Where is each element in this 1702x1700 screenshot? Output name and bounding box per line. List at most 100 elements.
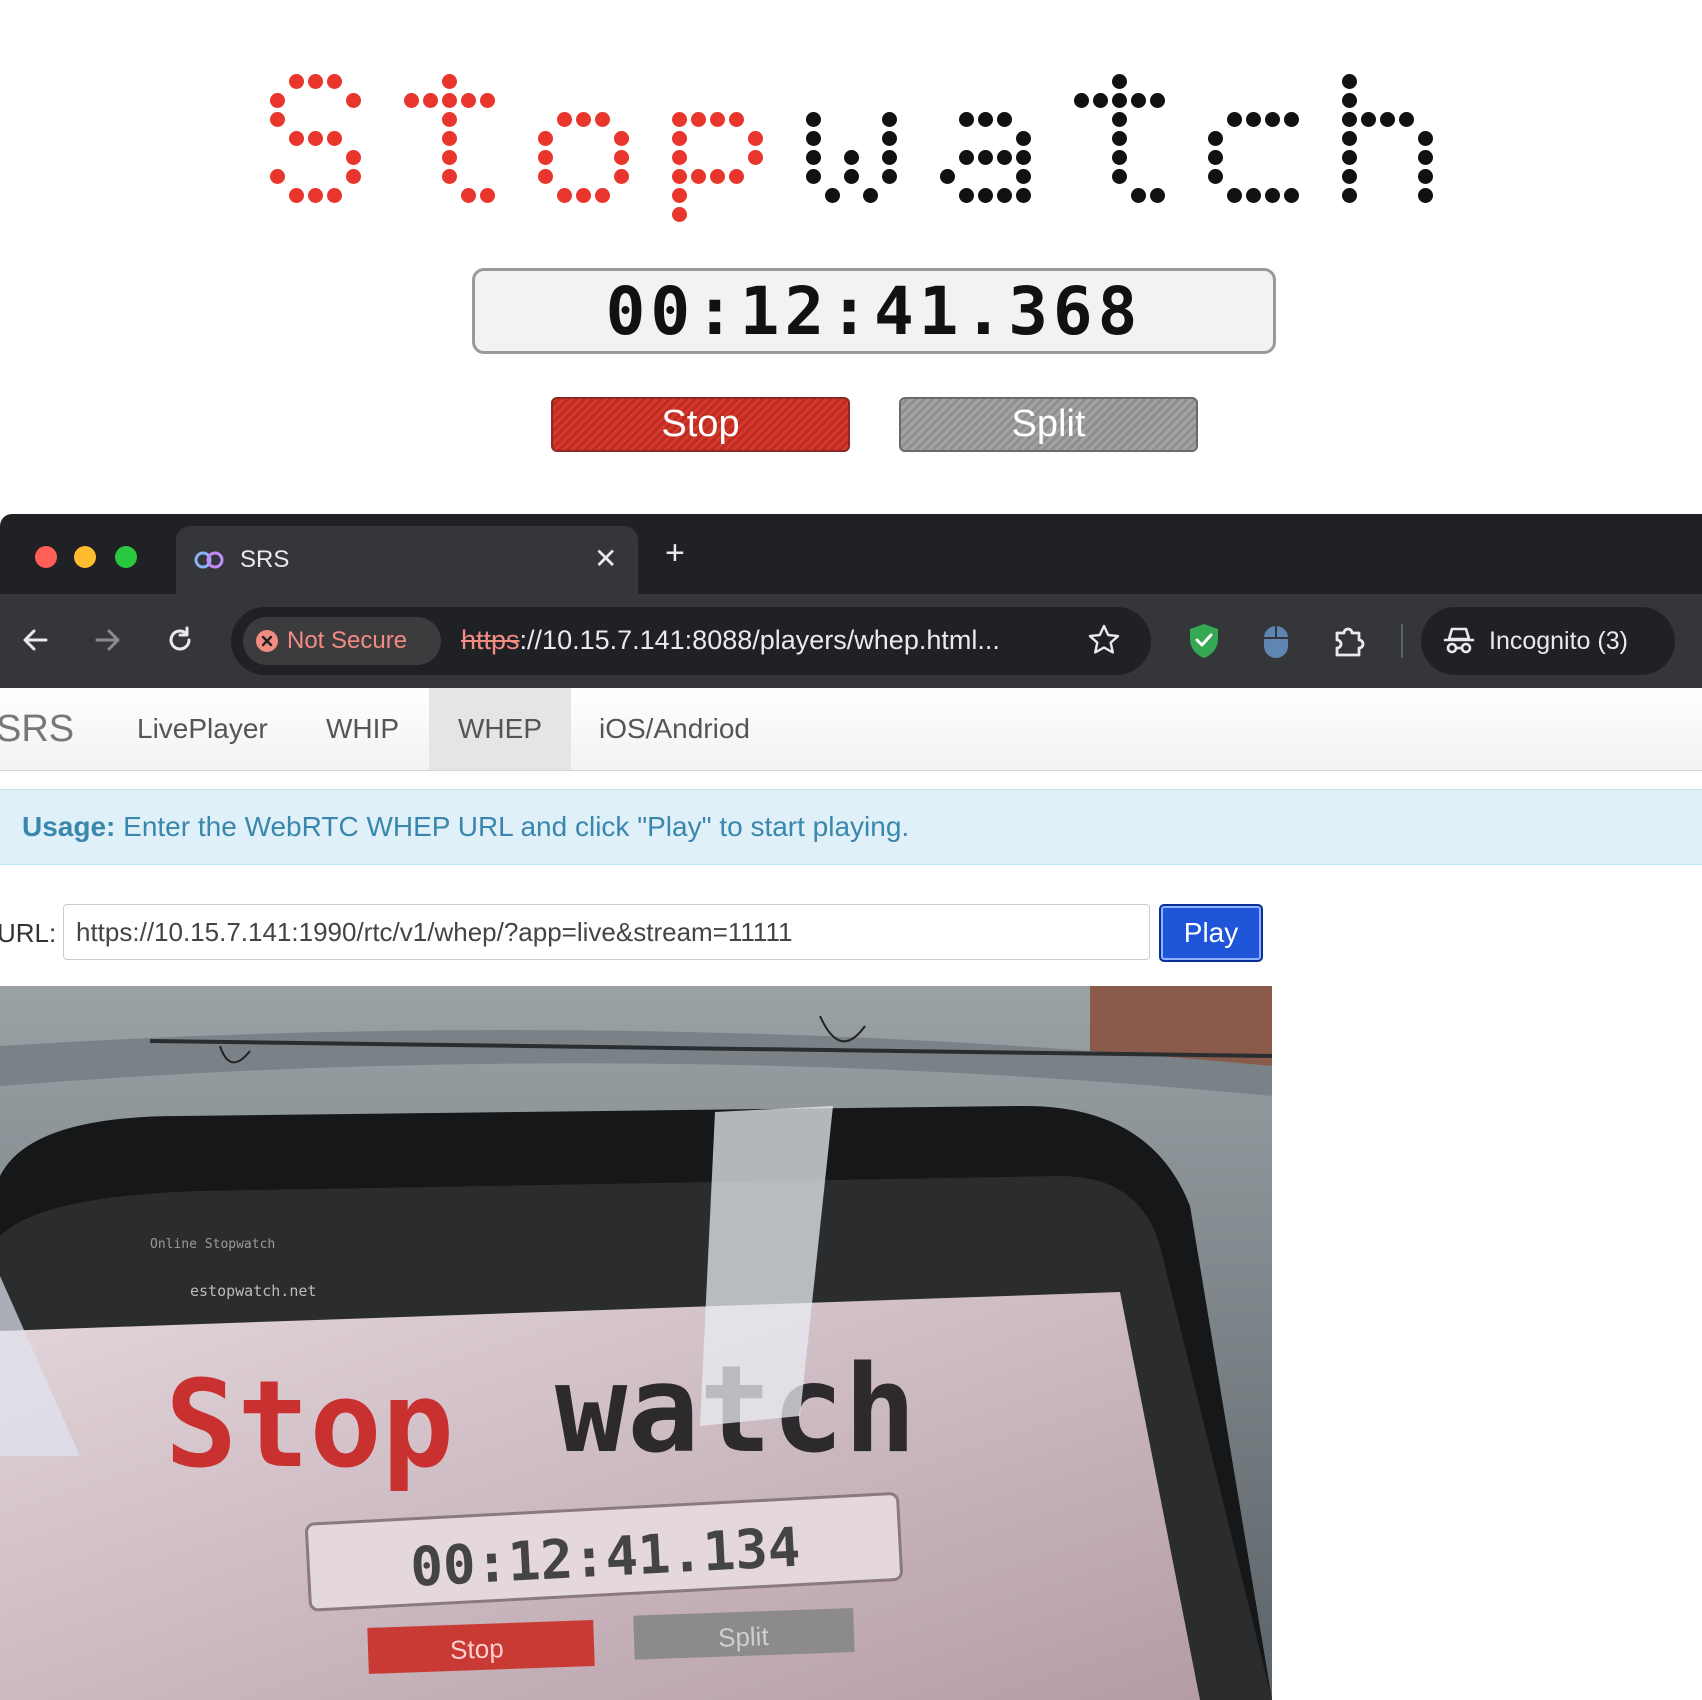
logo-dot	[691, 169, 706, 184]
video-tab-title: Online Stopwatch	[150, 1237, 275, 1252]
logo-dot	[1016, 188, 1031, 203]
logo-dot	[806, 150, 821, 165]
split-button[interactable]: Split	[899, 397, 1198, 452]
timer-text: 00:12:41.368	[605, 272, 1143, 350]
logo-dot	[978, 188, 993, 203]
logo-dot	[863, 188, 878, 203]
page-content: SRS LivePlayer WHIP WHEP iOS/Andriod Usa…	[0, 688, 1702, 1700]
logo-dot	[844, 150, 859, 165]
logo-dot	[308, 131, 323, 146]
logo-dot	[1342, 188, 1357, 203]
zoom-window-button[interactable]	[115, 546, 137, 568]
logo-dot	[1418, 169, 1433, 184]
nav-item-liveplayer[interactable]: LivePlayer	[137, 688, 268, 770]
srs-logo-icon	[194, 551, 224, 569]
shield-check-icon[interactable]	[1186, 622, 1222, 660]
logo-dot	[557, 112, 572, 127]
security-chip[interactable]: Not Secure	[243, 617, 441, 665]
logo-dot	[1131, 188, 1146, 203]
logo-dot	[882, 150, 897, 165]
logo-dot	[710, 169, 725, 184]
logo-dot	[270, 112, 285, 127]
logo-dot	[1342, 169, 1357, 184]
logo-dot	[1342, 74, 1357, 89]
logo-dot	[461, 188, 476, 203]
logo-dot	[1342, 112, 1357, 127]
url-scheme: https	[461, 625, 520, 655]
logo-dot	[1418, 188, 1433, 203]
logo-dot	[423, 93, 438, 108]
logo-dot	[825, 188, 840, 203]
logo-dot	[289, 131, 304, 146]
logo-dot	[1112, 150, 1127, 165]
logo-dot	[1342, 131, 1357, 146]
logo-dot	[748, 150, 763, 165]
logo-dot	[1131, 93, 1146, 108]
logo-dot	[1112, 131, 1127, 146]
logo-dot	[442, 93, 457, 108]
incognito-button[interactable]: Incognito (3)	[1421, 607, 1675, 675]
not-secure-icon	[256, 630, 278, 652]
brand-logo[interactable]: SRS	[0, 708, 74, 751]
minimize-window-button[interactable]	[74, 546, 96, 568]
logo-letter	[1342, 74, 1433, 203]
address-bar[interactable]: Not Secure https://10.15.7.141:8088/play…	[231, 607, 1151, 675]
logo-dot	[1150, 93, 1165, 108]
logo-letter	[270, 74, 361, 203]
logo-dot	[672, 131, 687, 146]
nav-item-whep[interactable]: WHEP	[429, 688, 571, 770]
logo-dot	[442, 74, 457, 89]
logo-dot	[614, 131, 629, 146]
logo-dot	[959, 150, 974, 165]
logo-dot	[806, 112, 821, 127]
tab-srs[interactable]: SRS ✕	[176, 526, 638, 594]
logo-dot	[978, 150, 993, 165]
mouse-icon[interactable]	[1262, 622, 1290, 660]
stop-button[interactable]: Stop	[551, 397, 850, 452]
logo-dot	[557, 188, 572, 203]
logo-dot	[959, 112, 974, 127]
browser-toolbar: Not Secure https://10.15.7.141:8088/play…	[0, 594, 1702, 688]
nav-item-whip[interactable]: WHIP	[326, 688, 399, 770]
plus-icon[interactable]: +	[665, 534, 685, 573]
logo-dot	[576, 188, 591, 203]
nav-item-ios-android[interactable]: iOS/Andriod	[599, 688, 750, 770]
logo-dot	[1016, 169, 1031, 184]
logo-dot	[1208, 169, 1223, 184]
incognito-icon	[1443, 627, 1475, 654]
url-input[interactable]: https://10.15.7.141:1990/rtc/v1/whep/?ap…	[63, 904, 1150, 960]
logo-dot	[978, 112, 993, 127]
puzzle-icon[interactable]	[1331, 621, 1369, 659]
play-button[interactable]: Play	[1159, 904, 1263, 962]
logo-dot	[1112, 112, 1127, 127]
video-stop-label: Stop	[450, 1633, 505, 1665]
forward-arrow-icon[interactable]	[89, 622, 125, 658]
close-window-button[interactable]	[35, 546, 57, 568]
tab-strip: SRS ✕ +	[0, 514, 1702, 594]
logo-letter	[672, 112, 763, 222]
logo-dot	[1399, 112, 1414, 127]
logo-dot	[1361, 112, 1376, 127]
logo-dot	[327, 131, 342, 146]
usage-alert: Usage: Enter the WebRTC WHEP URL and cli…	[0, 789, 1702, 865]
logo-dot	[1380, 112, 1395, 127]
close-icon[interactable]: ✕	[594, 542, 617, 575]
logo-dot	[1227, 188, 1242, 203]
logo-dot	[1227, 112, 1242, 127]
logo-dot	[346, 169, 361, 184]
logo-dot	[404, 93, 419, 108]
logo-dot	[806, 131, 821, 146]
reload-icon[interactable]	[162, 622, 198, 658]
logo-dot	[346, 93, 361, 108]
address-text: https://10.15.7.141:8088/players/whep.ht…	[461, 625, 1000, 656]
logo-dot	[997, 188, 1012, 203]
usage-text: Enter the WebRTC WHEP URL and click "Pla…	[123, 811, 910, 842]
logo-dot	[480, 93, 495, 108]
video-player[interactable]: Online Stopwatch estopwatch.net Stop wat…	[0, 986, 1272, 1700]
logo-dot	[806, 169, 821, 184]
logo-dot	[1112, 93, 1127, 108]
star-icon[interactable]	[1087, 623, 1121, 657]
logo-dot	[672, 188, 687, 203]
back-arrow-icon[interactable]	[18, 622, 54, 658]
logo-dot	[538, 169, 553, 184]
